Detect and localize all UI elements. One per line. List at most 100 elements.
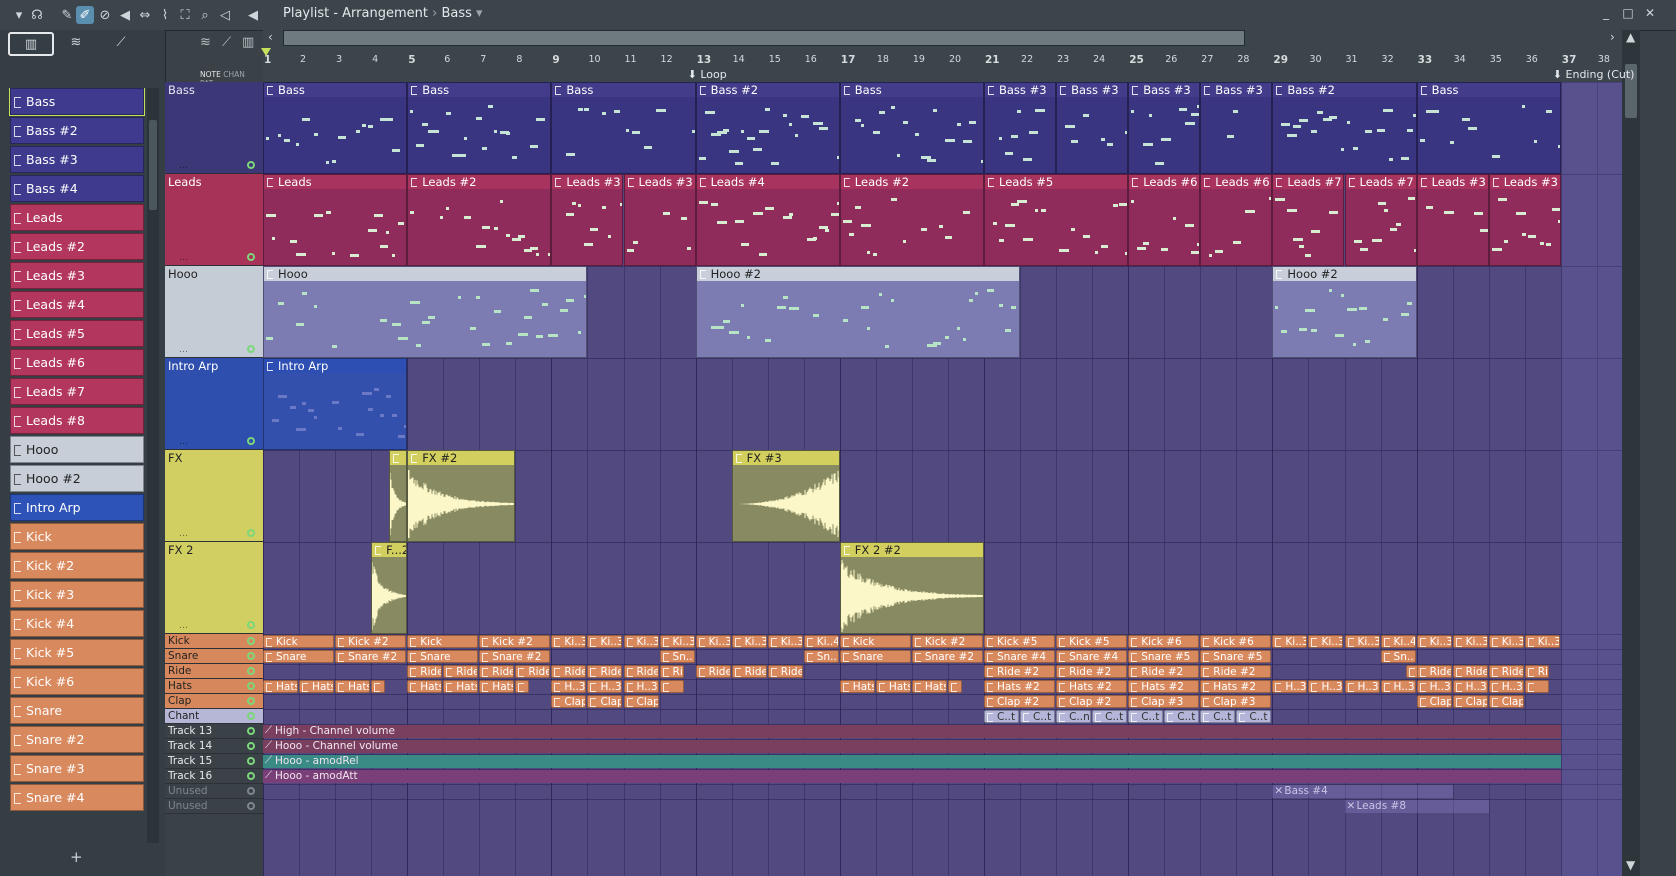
clap-clip[interactable]: Clap #2 (984, 695, 1056, 708)
clap-clip[interactable]: Clap (551, 695, 587, 708)
kick-clip[interactable]: Kick #2 (479, 635, 551, 648)
track-enable-icon[interactable] (247, 652, 255, 660)
leads-clip[interactable]: Leads #4 (695, 174, 840, 266)
track-header[interactable]: Leads… (165, 174, 263, 266)
hats-clip[interactable]: H..3 (1416, 680, 1452, 693)
pattern-item[interactable]: Kick #6 (10, 668, 144, 695)
pattern-item[interactable]: Bass #2 (10, 117, 144, 144)
track-enable-icon[interactable] (247, 772, 255, 780)
keyboard-icon[interactable]: ▥ (242, 35, 254, 50)
slip-tool-icon[interactable]: ⇔ (136, 6, 154, 24)
ride-clip[interactable]: Ride (443, 665, 479, 678)
pattern-item[interactable]: Bass #4 (10, 175, 144, 202)
clap-clip[interactable]: Clap (587, 695, 623, 708)
ride-clip[interactable]: Ride (479, 665, 515, 678)
pattern-list-scrollbar[interactable] (147, 88, 159, 843)
pattern-item[interactable]: Leads #7 (10, 378, 144, 405)
track-enable-icon[interactable] (247, 727, 255, 735)
fx-clip[interactable] (389, 450, 408, 542)
leads-clip[interactable]: Leads #5 (984, 174, 1129, 266)
minimize-icon[interactable]: _ (1598, 6, 1614, 22)
clap-clip[interactable]: Clap (623, 695, 659, 708)
fx-clip[interactable]: FX #2 (407, 450, 516, 542)
pattern-list-scroll-thumb[interactable] (149, 120, 157, 210)
hooo-clip[interactable]: Hooo (263, 266, 588, 358)
hats-clip[interactable]: Hats (443, 680, 479, 693)
pattern-item[interactable]: Bass #3 (10, 146, 144, 173)
unused-clip[interactable]: ✕ Leads #8 (1344, 800, 1489, 813)
clap-clip[interactable]: Clap (1416, 695, 1452, 708)
track-header[interactable]: Snare (165, 649, 263, 664)
snare-clip[interactable]: Snare #4 (984, 650, 1056, 663)
hats-clip[interactable]: Hats #2 (1128, 680, 1200, 693)
close-icon[interactable]: ✕ (1642, 6, 1658, 22)
arp-clip[interactable]: Intro Arp (263, 358, 408, 450)
chant-clip[interactable]: C..nt (1056, 710, 1092, 723)
track-enable-icon[interactable] (247, 621, 255, 629)
track-enable-icon[interactable] (247, 787, 255, 795)
hats-clip[interactable]: H..3 (1272, 680, 1308, 693)
snare-clip[interactable]: Snare #2 (911, 650, 983, 663)
hats-clip[interactable]: Hats #2 (1200, 680, 1272, 693)
track-enable-icon[interactable] (247, 253, 255, 261)
kick-clip[interactable]: Ki..3 (1488, 635, 1524, 648)
track-resize-icon[interactable]: … (179, 158, 189, 174)
track-enable-icon[interactable] (247, 345, 255, 353)
track-enable-icon[interactable] (247, 437, 255, 445)
pattern-selector[interactable]: Bass (441, 6, 471, 21)
track-enable-icon[interactable] (247, 667, 255, 675)
clap-clip[interactable]: Clap #2 (1056, 695, 1128, 708)
headphones-icon[interactable]: ☊ (28, 6, 46, 24)
unused-clip[interactable]: ✕ Bass #4 (1272, 785, 1453, 798)
automation-clip[interactable]: ⟋ Hooo - amodRel (263, 755, 1561, 768)
ride-clip[interactable]: Ride (587, 665, 623, 678)
audio-icon-tab[interactable]: ≋ (55, 32, 97, 52)
pattern-item[interactable]: Leads #2 (10, 233, 144, 260)
track-header[interactable]: Unused (165, 784, 263, 799)
bass-clip[interactable]: Bass (407, 82, 552, 174)
bass-clip[interactable]: Bass #2 (695, 82, 840, 174)
hats-clip[interactable]: Hats (263, 680, 299, 693)
hats-clip[interactable]: Hats #2 (1056, 680, 1128, 693)
menu-arrow-icon[interactable]: ▾ (10, 6, 28, 24)
bass-clip[interactable]: Bass (839, 82, 984, 174)
track-enable-icon[interactable] (247, 802, 255, 810)
hats-clip[interactable]: Hats (299, 680, 335, 693)
leads-clip[interactable]: Leads #3 (623, 174, 696, 266)
chant-clip[interactable]: C..t (984, 710, 1020, 723)
track-header[interactable]: Hooo… (165, 266, 263, 358)
automation-clip[interactable]: ⟋ Hooo - amodAtt (263, 770, 1561, 783)
kick-clip[interactable]: Ki..3 (1524, 635, 1560, 648)
snare-clip[interactable]: Snare #5 (1200, 650, 1272, 663)
automation-icon-tab[interactable]: ⟋ (100, 32, 142, 52)
track-header[interactable]: Track 14 (165, 739, 263, 754)
hats-clip[interactable]: Hats (407, 680, 443, 693)
delete-tool-icon[interactable]: ⊘ (96, 6, 114, 24)
bass-clip[interactable]: Bass #3 (984, 82, 1057, 174)
ride-clip[interactable]: Ride #2 (1056, 665, 1128, 678)
track-header[interactable]: Clap (165, 694, 263, 709)
kick-clip[interactable]: Ki..3 (1344, 635, 1380, 648)
pattern-item[interactable]: Kick #2 (10, 552, 144, 579)
pattern-item[interactable]: Intro Arp (10, 494, 144, 521)
hats-clip[interactable]: H..3 (1344, 680, 1380, 693)
leads-clip[interactable]: Leads #6 (1128, 174, 1201, 266)
pencil-tool-icon[interactable]: ✎ (58, 6, 76, 24)
pattern-item[interactable]: Kick #4 (10, 610, 144, 637)
hats-clip[interactable]: Hats (479, 680, 515, 693)
fx2-clip[interactable]: FX 2 #2 (839, 542, 984, 634)
ride-clip[interactable]: Ride (1452, 665, 1488, 678)
track-header[interactable]: Ride (165, 664, 263, 679)
hats-clip[interactable]: H..3 (551, 680, 587, 693)
chant-clip[interactable]: C..t (1200, 710, 1236, 723)
hats-clip[interactable]: Hats #2 (984, 680, 1056, 693)
kick-clip[interactable]: Kick (839, 635, 911, 648)
pattern-item[interactable]: Leads #5 (10, 320, 144, 347)
scroll-down-icon[interactable]: ▼ (1626, 858, 1635, 872)
track-header[interactable]: Hats (165, 679, 263, 694)
track-header[interactable]: Chant (165, 709, 263, 724)
snare-clip[interactable]: Sn.. (803, 650, 839, 663)
hats-clip[interactable]: H..3 (623, 680, 659, 693)
bass-clip[interactable]: Bass (551, 82, 696, 174)
select-tool-icon[interactable]: ⛶ (176, 6, 194, 24)
